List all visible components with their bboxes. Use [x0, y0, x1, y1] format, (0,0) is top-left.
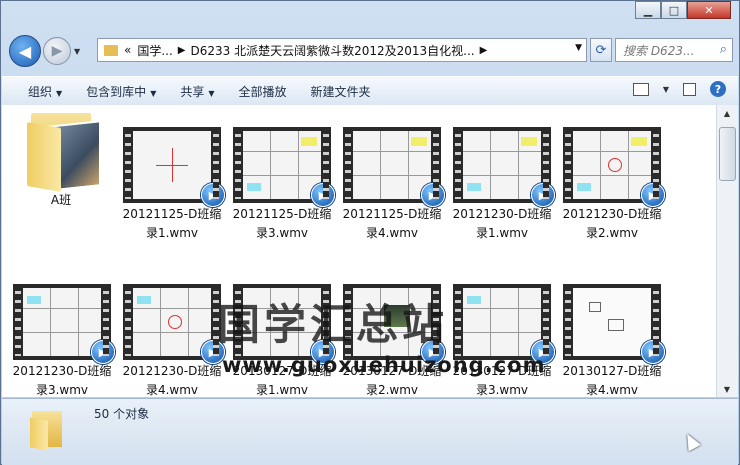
item-name: 20121230-D班缩 录3.wmv — [12, 364, 112, 397]
media-player-icon: ▶ — [641, 340, 665, 364]
organize-menu[interactable]: 组织 ▼ — [28, 83, 62, 100]
list-item[interactable]: ▶ 20121125-D班缩 录4.wmv — [341, 127, 445, 243]
minimize-button[interactable]: ▁ — [635, 1, 661, 19]
list-item[interactable]: ▶ 20121230-D班缩 录3.wmv — [11, 284, 115, 397]
close-button[interactable]: ✕ — [687, 1, 731, 19]
video-thumbnail: ▶ — [563, 127, 665, 207]
scroll-thumb[interactable] — [719, 127, 736, 181]
include-in-library-menu[interactable]: 包含到库中 ▼ — [86, 83, 156, 100]
video-thumbnail: ▶ — [123, 284, 225, 364]
media-player-icon: ▶ — [201, 183, 225, 207]
help-icon[interactable]: ? — [710, 81, 726, 97]
media-player-icon: ▶ — [421, 183, 445, 207]
breadcrumb-chevron-icon[interactable]: ▶ — [480, 45, 488, 56]
preview-pane-icon[interactable] — [683, 82, 696, 96]
video-thumbnail: ▶ — [453, 284, 555, 364]
maximize-button[interactable]: □ — [661, 1, 687, 19]
caption-buttons: ▁ □ ✕ — [635, 1, 731, 19]
list-item[interactable]: ▶ 20121230-D班缩 录4.wmv — [121, 284, 225, 397]
folder-icon — [25, 109, 101, 192]
breadcrumb-segment-2[interactable]: D6233 北派楚天云阔紫微斗数2012及2013自化视... — [191, 42, 475, 59]
new-folder-button[interactable]: 新建文件夹 — [311, 83, 371, 100]
list-item[interactable]: ▶ 20130127-D班缩 录3.wmv — [451, 284, 555, 397]
arrow-left-icon: ◀ — [18, 41, 32, 61]
list-item[interactable]: ▶ 20121125-D班缩 录3.wmv — [231, 127, 335, 243]
vertical-scrollbar[interactable]: ▲ ▼ — [716, 105, 738, 397]
explorer-window: ▁ □ ✕ ◀ ▶ ▼ « 国学... ▶ D6233 北派楚天云阔紫微斗数20… — [0, 0, 740, 465]
navigation-buttons: ◀ ▶ ▼ — [9, 35, 80, 67]
search-input[interactable]: 搜索 D623... ⌕ — [615, 38, 733, 62]
command-bar: 组织 ▼ 包含到库中 ▼ 共享 ▼ 全部播放 新建文件夹 ▼ ? — [2, 76, 738, 106]
item-name: 20121125-D班缩 录1.wmv — [122, 207, 222, 240]
list-item[interactable]: ▶ 20121125-D班缩 录1.wmv — [121, 127, 225, 243]
video-thumbnail: ▶ — [453, 127, 555, 207]
change-view-icon[interactable] — [632, 82, 649, 96]
list-item[interactable]: ▶ 20130127-D班缩 录4.wmv — [561, 284, 665, 397]
address-dropdown-icon[interactable]: ▼ — [575, 43, 582, 53]
watermark-text: 国学汇总站 — [218, 300, 449, 349]
file-list: A班 ▶ 20121125-D班缩 录1.wmv ▶ 20121125-D班缩 录3… — [2, 105, 716, 397]
refresh-button[interactable]: ⟳ — [590, 38, 612, 62]
arrow-right-icon: ▶ — [51, 43, 63, 59]
details-pane: 50 个对象 — [2, 398, 738, 465]
scroll-down-icon[interactable]: ▼ — [717, 381, 737, 397]
item-name: 20121230-D班缩 录2.wmv — [562, 207, 662, 240]
recent-pages-dropdown[interactable]: ▼ — [74, 47, 80, 56]
search-icon[interactable]: ⌕ — [720, 42, 727, 57]
video-thumbnail: ▶ — [233, 127, 335, 207]
video-thumbnail: ▶ — [123, 127, 225, 207]
search-placeholder: 搜索 D623... — [623, 43, 695, 58]
back-button[interactable]: ◀ — [9, 35, 41, 67]
breadcrumb-chevron-icon[interactable]: ▶ — [178, 45, 186, 56]
view-dropdown-icon[interactable]: ▼ — [663, 85, 669, 94]
scroll-up-icon[interactable]: ▲ — [717, 105, 737, 121]
item-name: A班 — [50, 193, 72, 207]
breadcrumb-segment-1[interactable]: 国学... — [137, 42, 172, 59]
address-overflow[interactable]: « — [124, 43, 131, 57]
item-name: 20121125-D班缩 录4.wmv — [342, 207, 442, 240]
list-item[interactable]: A班 — [10, 109, 112, 210]
forward-button[interactable]: ▶ — [43, 37, 71, 65]
folder-icon — [30, 409, 66, 451]
watermark-url: www.guoxuehuizong.com — [222, 353, 546, 377]
item-name: 20121230-D班缩 录1.wmv — [452, 207, 552, 240]
media-player-icon: ▶ — [311, 183, 335, 207]
list-item[interactable]: ▶ 20121230-D班缩 录2.wmv — [561, 127, 665, 243]
share-menu[interactable]: 共享 ▼ — [180, 83, 214, 100]
media-player-icon: ▶ — [91, 340, 115, 364]
media-player-icon: ▶ — [641, 183, 665, 207]
video-thumbnail: ▶ — [563, 284, 665, 364]
list-item[interactable]: ▶ 20121230-D班缩 录1.wmv — [451, 127, 555, 243]
item-count: 50 个对象 — [94, 407, 150, 421]
item-name: 20121230-D班缩 录4.wmv — [122, 364, 222, 397]
video-thumbnail: ▶ — [13, 284, 115, 364]
item-name: 20121125-D班缩 录3.wmv — [232, 207, 332, 240]
refresh-icon: ⟳ — [595, 42, 607, 58]
media-player-icon: ▶ — [531, 183, 555, 207]
address-bar[interactable]: « 国学... ▶ D6233 北派楚天云阔紫微斗数2012及2013自化视..… — [97, 38, 587, 62]
view-controls: ▼ ? — [632, 81, 726, 97]
video-thumbnail: ▶ — [343, 127, 445, 207]
folder-icon — [104, 44, 118, 56]
play-all-button[interactable]: 全部播放 — [239, 83, 287, 100]
item-name: 20130127-D班缩 录4.wmv — [562, 364, 662, 397]
